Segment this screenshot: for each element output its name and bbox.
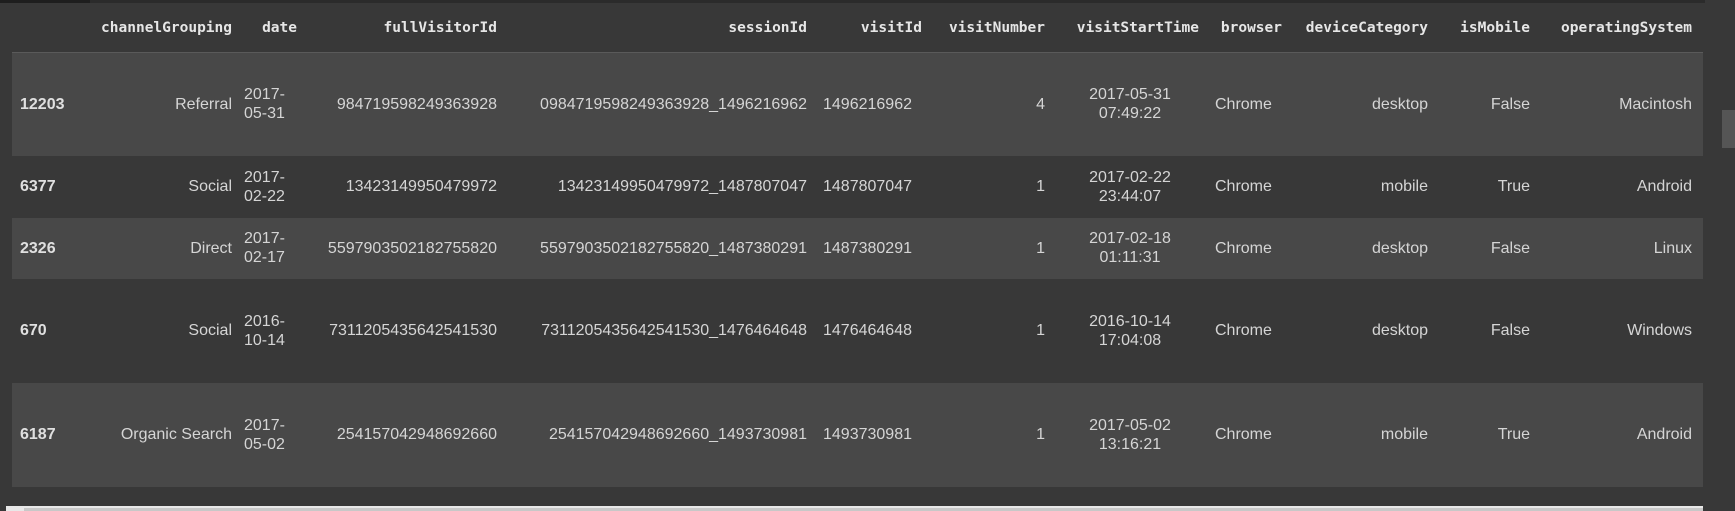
cell-visitStartTime: 2017-02-18 01:11:31	[1053, 217, 1207, 279]
cell-visitId: 1487380291	[815, 217, 930, 279]
cell-operatingSystem: Android	[1538, 382, 1700, 487]
column-header-deviceCategory: deviceCategory	[1290, 3, 1436, 53]
column-header-index	[12, 3, 77, 53]
cell-isMobile: True	[1436, 382, 1538, 487]
cell-sessionId: 5597903502182755820_1487380291	[505, 217, 815, 279]
cell-isMobile: True	[1436, 155, 1538, 218]
cell-browser: Chrome	[1207, 217, 1290, 279]
cell-index: 6187	[12, 382, 77, 487]
cell-date: 2017- 02-17	[240, 217, 305, 279]
cell-browser: Chrome	[1207, 155, 1290, 218]
table-row: 2326 Direct 2017- 02-17 5597903502182755820 5…	[12, 217, 1703, 279]
cell-visitNumber: 1	[930, 382, 1053, 487]
cell-cut: ,	[1700, 217, 1703, 279]
cell-channelGrouping: Referral	[77, 52, 240, 156]
cell-visitId: 1493730981	[815, 382, 930, 487]
cell-deviceCategory: desktop	[1290, 217, 1436, 279]
cell-isMobile: False	[1436, 278, 1538, 383]
cell-visitId: 1496216962	[815, 52, 930, 156]
column-header-sessionId: sessionId	[505, 3, 815, 53]
cell-browser: Chrome	[1207, 52, 1290, 156]
cell-date: 2017- 05-31	[240, 52, 305, 156]
cell-visitStartTime: 2017-02-22 23:44:07	[1053, 155, 1207, 218]
cell-browser: Chrome	[1207, 382, 1290, 487]
cell-cut: a i	[1700, 278, 1703, 383]
table-row: 670 Social 2016- 10-14 7311205435642541530 73…	[12, 278, 1703, 383]
cell-fullVisitorId: 984719598249363928	[305, 52, 505, 156]
cell-browser: Chrome	[1207, 278, 1290, 383]
cell-fullVisitorId: 7311205435642541530	[305, 278, 505, 383]
table-row: 6187 Organic Search 2017- 05-02 254157042948…	[12, 382, 1703, 487]
cell-date: 2017- 05-02	[240, 382, 305, 487]
cell-sessionId: 0984719598249363928_1496216962	[505, 52, 815, 156]
column-header-isMobile: isMobile	[1436, 3, 1538, 53]
cell-fullVisitorId: 13423149950479972	[305, 155, 505, 218]
cell-cut: a i	[1700, 382, 1703, 487]
cell-sessionId: 254157042948692660_1493730981	[505, 382, 815, 487]
cell-visitNumber: 1	[930, 155, 1053, 218]
column-header-channelGrouping: channelGrouping	[77, 3, 240, 53]
cell-channelGrouping: Direct	[77, 217, 240, 279]
cell-deviceCategory: desktop	[1290, 52, 1436, 156]
cell-index: 6377	[12, 155, 77, 218]
header-row: channelGrouping date fullVisitorId sessionI…	[12, 3, 1703, 53]
cell-channelGrouping: Social	[77, 155, 240, 218]
cell-isMobile: False	[1436, 217, 1538, 279]
column-header-browser: browser	[1207, 3, 1290, 53]
column-header-visitNumber: visitNumber	[930, 3, 1053, 53]
cell-visitNumber: 1	[930, 278, 1053, 383]
column-header-visitId: visitId	[815, 3, 930, 53]
column-header-operatingSystem: operatingSystem	[1538, 3, 1700, 53]
cell-date: 2017- 02-22	[240, 155, 305, 218]
cell-channelGrouping: Organic Search	[77, 382, 240, 487]
cell-sessionId: 13423149950479972_1487807047	[505, 155, 815, 218]
cell-index: 670	[12, 278, 77, 383]
cell-sessionId: 7311205435642541530_1476464648	[505, 278, 815, 383]
dataframe-table: channelGrouping date fullVisitorId sessionI…	[12, 3, 1703, 487]
cell-visitNumber: 4	[930, 52, 1053, 156]
cell-operatingSystem: Linux	[1538, 217, 1700, 279]
cell-isMobile: False	[1436, 52, 1538, 156]
table-row: 6377 Social 2017- 02-22 13423149950479972 134…	[12, 155, 1703, 218]
cell-visitId: 1487807047	[815, 155, 930, 218]
cell-fullVisitorId: 254157042948692660	[305, 382, 505, 487]
cell-visitId: 1476464648	[815, 278, 930, 383]
cell-visitStartTime: 2016-10-14 17:04:08	[1053, 278, 1207, 383]
vertical-scrollbar-thumb[interactable]	[1722, 110, 1735, 148]
column-header-fullVisitorId: fullVisitorId	[305, 3, 505, 53]
cell-index: 12203	[12, 52, 77, 156]
cell-visitStartTime: 2017-05-02 13:16:21	[1053, 382, 1207, 487]
cell-deviceCategory: mobile	[1290, 155, 1436, 218]
cell-visitNumber: 1	[930, 217, 1053, 279]
column-header-truncated	[1700, 3, 1703, 53]
cell-date: 2016- 10-14	[240, 278, 305, 383]
cell-channelGrouping: Social	[77, 278, 240, 383]
dataframe-output: channelGrouping date fullVisitorId sessionI…	[12, 3, 1703, 493]
column-header-visitStartTime: visitStartTime	[1053, 3, 1207, 53]
cell-operatingSystem: Windows	[1538, 278, 1700, 383]
cell-operatingSystem: Android	[1538, 155, 1700, 218]
vertical-scrollbar-track[interactable]	[1705, 0, 1735, 511]
cell-operatingSystem: Macintosh	[1538, 52, 1700, 156]
cell-index: 2326	[12, 217, 77, 279]
cell-fullVisitorId: 5597903502182755820	[305, 217, 505, 279]
cell-cut: (	[1700, 155, 1703, 218]
cell-deviceCategory: mobile	[1290, 382, 1436, 487]
table-row: 12203 Referral 2017- 05-31 98471959824936392…	[12, 52, 1703, 156]
column-header-date: date	[240, 3, 305, 53]
cell-cut: a i	[1700, 52, 1703, 156]
cell-deviceCategory: desktop	[1290, 278, 1436, 383]
cell-visitStartTime: 2017-05-31 07:49:22	[1053, 52, 1207, 156]
